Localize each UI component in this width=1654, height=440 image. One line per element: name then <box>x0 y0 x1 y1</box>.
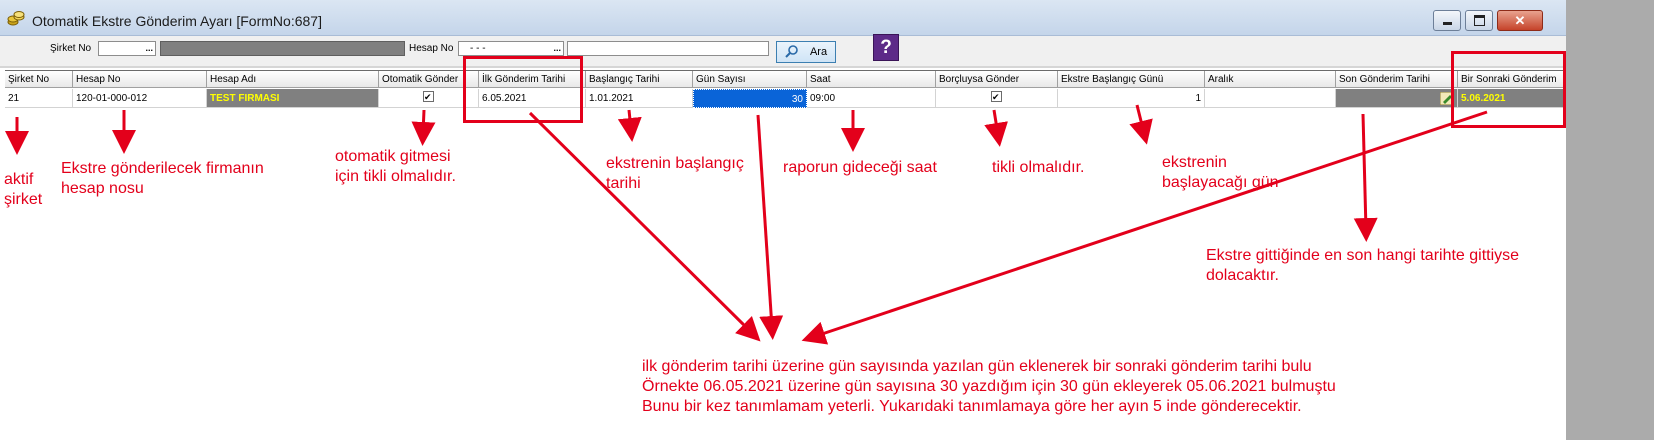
account-name-field[interactable] <box>567 41 769 56</box>
col-header-company[interactable]: Şirket No <box>5 71 73 88</box>
toolbar-separator <box>0 66 1566 68</box>
settings-grid: Şirket No Hesap No Hesap Adı Otomatik Gö… <box>5 70 1566 111</box>
cell-send-if-debtor[interactable] <box>936 89 1058 108</box>
maximize-button[interactable] <box>1465 10 1493 31</box>
window: Otomatik Ekstre Gönderim Ayarı [FormNo:6… <box>0 0 1566 440</box>
company-lookup-button[interactable]: ... <box>145 42 153 55</box>
help-button[interactable]: ? <box>873 34 899 61</box>
cell-time[interactable]: 09:00 <box>807 89 936 108</box>
close-button[interactable]: ✕ <box>1497 10 1543 31</box>
annotation-time: raporun gideceği saat <box>783 159 937 176</box>
search-label: Ara <box>809 45 828 58</box>
annotation-statement-day: ekstrenin başlayacağı gün <box>1162 154 1279 191</box>
minimize-button[interactable] <box>1433 10 1461 31</box>
auto-send-checkbox[interactable] <box>423 89 434 107</box>
cell-company[interactable]: 21 <box>5 89 73 108</box>
coins-app-icon <box>7 11 25 27</box>
cell-day-count[interactable]: 30 <box>693 89 807 108</box>
col-header-account[interactable]: Hesap No <box>73 71 207 88</box>
highlight-next-send-date <box>1451 51 1566 128</box>
annotation-explanation: ilk gönderim tarihi üzerine gün sayısınd… <box>642 358 1336 415</box>
cell-last-send-date[interactable] <box>1336 89 1458 108</box>
window-title: Otomatik Ekstre Gönderim Ayarı [FormNo:6… <box>32 13 322 29</box>
cell-start-date[interactable]: 1.01.2021 <box>586 89 693 108</box>
close-icon: ✕ <box>1514 12 1526 28</box>
cell-interval[interactable] <box>1205 89 1336 108</box>
col-header-day-count[interactable]: Gün Sayısı <box>693 71 807 88</box>
col-header-statement-start-day[interactable]: Ekstre Başlangıç Günü <box>1058 71 1205 88</box>
account-input[interactable]: - - - ... <box>458 41 564 56</box>
col-header-send-if-debtor[interactable]: Borçluysa Gönder <box>936 71 1058 88</box>
annotation-debtor: tikli olmalıdır. <box>992 159 1085 176</box>
company-name-field <box>160 41 405 56</box>
annotation-start-date: ekstrenin başlangıç tarihi <box>606 155 744 192</box>
title-bar: Otomatik Ekstre Gönderim Ayarı [FormNo:6… <box>0 0 1566 36</box>
cell-statement-start-day[interactable]: 1 <box>1058 89 1205 108</box>
col-header-interval[interactable]: Aralık <box>1205 71 1336 88</box>
cell-account[interactable]: 120-01-000-012 <box>73 89 207 108</box>
account-label: Hesap No <box>409 43 454 54</box>
company-input[interactable]: ... <box>98 41 156 56</box>
search-button[interactable]: Ara <box>776 41 836 63</box>
col-header-last-send-date[interactable]: Son Gönderim Tarihi <box>1336 71 1458 88</box>
company-label: Şirket No <box>50 43 92 54</box>
annotation-active-company: aktif şirket <box>4 171 43 208</box>
cell-account-name[interactable]: TEST FIRMASI <box>207 89 379 108</box>
annotation-account: Ekstre gönderilecek firmanın hesap nosu <box>61 160 264 197</box>
col-header-account-name[interactable]: Hesap Adı <box>207 71 379 88</box>
col-header-start-date[interactable]: Başlangıç Tarihi <box>586 71 693 88</box>
annotation-last-send: Ekstre gittiğinde en son hangi tarihte g… <box>1206 247 1520 284</box>
account-lookup-button[interactable]: ... <box>553 42 561 55</box>
col-header-time[interactable]: Saat <box>807 71 936 88</box>
highlight-first-send-date <box>463 56 583 123</box>
search-icon <box>785 44 799 61</box>
send-if-debtor-checkbox[interactable] <box>991 89 1002 107</box>
minimize-icon <box>1442 22 1452 25</box>
annotation-auto-send: otomatik gitmesi için tikli olmalıdır. <box>335 148 456 185</box>
help-icon: ? <box>880 37 892 58</box>
maximize-icon <box>1473 15 1485 26</box>
